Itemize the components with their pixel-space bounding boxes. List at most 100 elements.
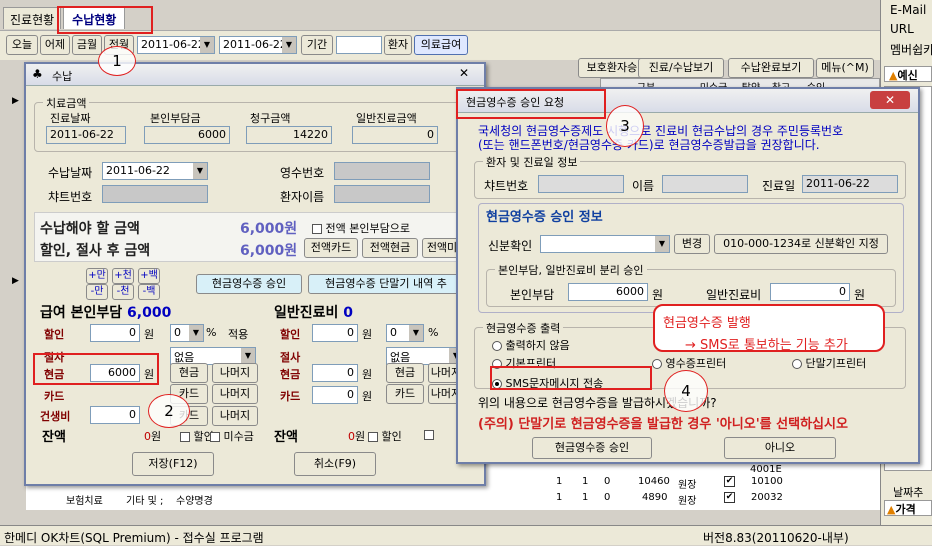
warning-text: (주의) 단말기로 현금영수증을 발급한 경우 '아니오'를 선택하십시오 [478,417,848,432]
chart-label: 챠트번호 [48,190,93,204]
url-label: URL [890,22,914,36]
health-input[interactable]: 0 [90,406,140,424]
opt-terminal-printer[interactable]: 단말기프린터 [792,355,866,371]
minus-100-button[interactable]: -백 [138,284,160,300]
this-month-button[interactable]: 금월 [72,35,102,55]
all-self-checkbox[interactable]: 전액 본인부담으로 [312,220,410,236]
done-view-button[interactable]: 수납완료보기 [728,58,814,78]
must-pay-label: 수납해야 할 금액 [40,221,140,237]
apply-label[interactable]: 적용 [228,326,248,342]
pay-date-select[interactable]: 2011-06-22 ▼ [102,162,208,180]
opt-receipt-printer[interactable]: 영수증프린터 [652,355,726,371]
pay-date-label: 수납날짜 [48,166,93,180]
chevron-down-icon: ▼ [200,37,214,53]
app-icon: ♣ [32,67,43,81]
insurance-button[interactable]: 의료급여 [414,35,468,55]
check-icon[interactable]: ✔ [724,476,735,487]
head-claim: 청구금액 [250,112,291,125]
unpaid-checkbox[interactable]: 미수금 [210,428,254,444]
prepay-tab[interactable]: ▲예신 [884,66,932,82]
date-to-select[interactable]: 2011-06-22 ▼ [219,36,297,54]
minus-1000-button[interactable]: -천 [112,284,134,300]
rest-button[interactable]: 나머지 [212,363,258,383]
change-button[interactable]: 변경 [674,234,710,254]
general-label: 일반진료비 0 [274,305,354,321]
treat-date-field: 2011-06-22 [46,126,126,144]
highlight-sms-option [490,366,652,390]
after-disc-amount: 6,000원 [240,243,298,259]
date-add-label: 날짜추 [893,486,924,499]
g-balance-label: 잔액 [274,430,298,445]
price-tab[interactable]: ▲가격 [884,500,932,516]
id-select[interactable]: ▼ [540,235,670,253]
sunap-titlebar: ♣ 수납 ✕ [26,64,484,86]
g-cash-label: 현금 [280,368,301,381]
cash-terminal-button[interactable]: 현금영수증 단말기 내역 추 [308,274,464,294]
save-button[interactable]: 저장(F12) [132,452,214,476]
grid-row[interactable]: 보험치료 기타 및 ; 수양명경 1 1 0 4890 원장 ✔ 20032 [26,491,880,507]
today-button[interactable]: 오늘 [6,35,38,55]
cash-receipt-approve-button[interactable]: 현금영수증 승인 [196,274,302,294]
name-field [334,185,430,203]
appr-general-input[interactable]: 0 [770,283,850,301]
plus-1000-button[interactable]: +천 [112,268,134,284]
partial-cell: 4001E [750,464,782,475]
minus-10000-button[interactable]: -만 [86,284,108,300]
cash-button[interactable]: 현금 [170,363,208,383]
must-pay-amount: 6,000원 [240,221,298,237]
appr-date-field: 2011-06-22 [802,175,898,193]
cancel-button[interactable]: 취소(F9) [294,452,376,476]
chart-field [102,185,208,203]
period-button[interactable]: 기간 [301,35,333,55]
g-card-input[interactable]: 0 [312,386,358,404]
plus-10000-button[interactable]: +만 [86,268,108,284]
tab-treatment[interactable]: 진료현황 [3,7,62,29]
close-icon[interactable]: ✕ [870,91,910,109]
appr-chart-field [538,175,624,193]
health-label: 건생비 [40,410,71,423]
balance-label: 잔액 [42,430,66,445]
discount-checkbox[interactable]: 할인 [180,428,214,444]
patient-search-input[interactable] [336,36,382,54]
g-discount-input[interactable]: 0 [312,324,358,342]
full-cash-button[interactable]: 전액현금 [362,238,418,258]
approve-button[interactable]: 현금영수증 승인 [532,437,652,459]
chevron-down-icon: ▼ [193,163,207,179]
menu-button[interactable]: 메뉴(^M) [816,58,874,78]
discount-input[interactable]: 0 [90,324,140,342]
g-discount-checkbox[interactable]: 할인 [368,428,402,444]
appr-name-field [662,175,748,193]
row-pointer-icon: ▶ [12,276,19,286]
highlight-payment-tab [57,6,153,34]
status-bar: 한메디 OK차트(SQL Premium) - 접수실 프로그램 버전8.83(… [0,525,932,545]
date-from-select[interactable]: 2011-06-22 ▼ [137,36,215,54]
g-cut-label: 절사 [280,351,301,364]
discount-label: 할인 [44,328,65,341]
discount-pct-select[interactable]: 0 ▼ [170,324,204,342]
appr-self-input[interactable]: 6000 [568,283,648,301]
check-icon[interactable]: ✔ [724,492,735,503]
chevron-down-icon: ▼ [655,236,669,252]
patient-button[interactable]: 환자 [384,35,412,55]
no-button[interactable]: 아니오 [724,437,836,459]
full-card-button[interactable]: 전액카드 [304,238,358,258]
g-cash-button[interactable]: 현금 [386,363,424,383]
opt-no-print[interactable]: 출력하지 않음 [492,337,570,353]
g-cash-input[interactable]: 0 [312,364,358,382]
treat-view-button[interactable]: 진료/수납보기 [638,58,724,78]
self-pay-field: 6000 [144,126,230,144]
close-icon[interactable]: ✕ [454,66,474,82]
yesterday-button[interactable]: 어제 [40,35,70,55]
receipt-field [334,162,430,180]
card-rest-button[interactable]: 나머지 [212,384,258,404]
plus-100-button[interactable]: +백 [138,268,160,284]
receipt-label: 영수번호 [280,166,325,180]
g-card-button[interactable]: 카드 [386,384,424,404]
id-phone-button[interactable]: 010-000-1234로 신분확인 지정 [714,234,888,254]
health-rest-button[interactable]: 나머지 [212,406,258,426]
version-text: 버전8.83(20110620-내부) [703,531,849,545]
g-discount-pct-select[interactable]: 0 ▼ [386,324,424,342]
g-unpaid-checkbox[interactable] [424,428,434,441]
highlight-approval-title [456,89,606,119]
step-2-marker: 2 [148,394,190,428]
